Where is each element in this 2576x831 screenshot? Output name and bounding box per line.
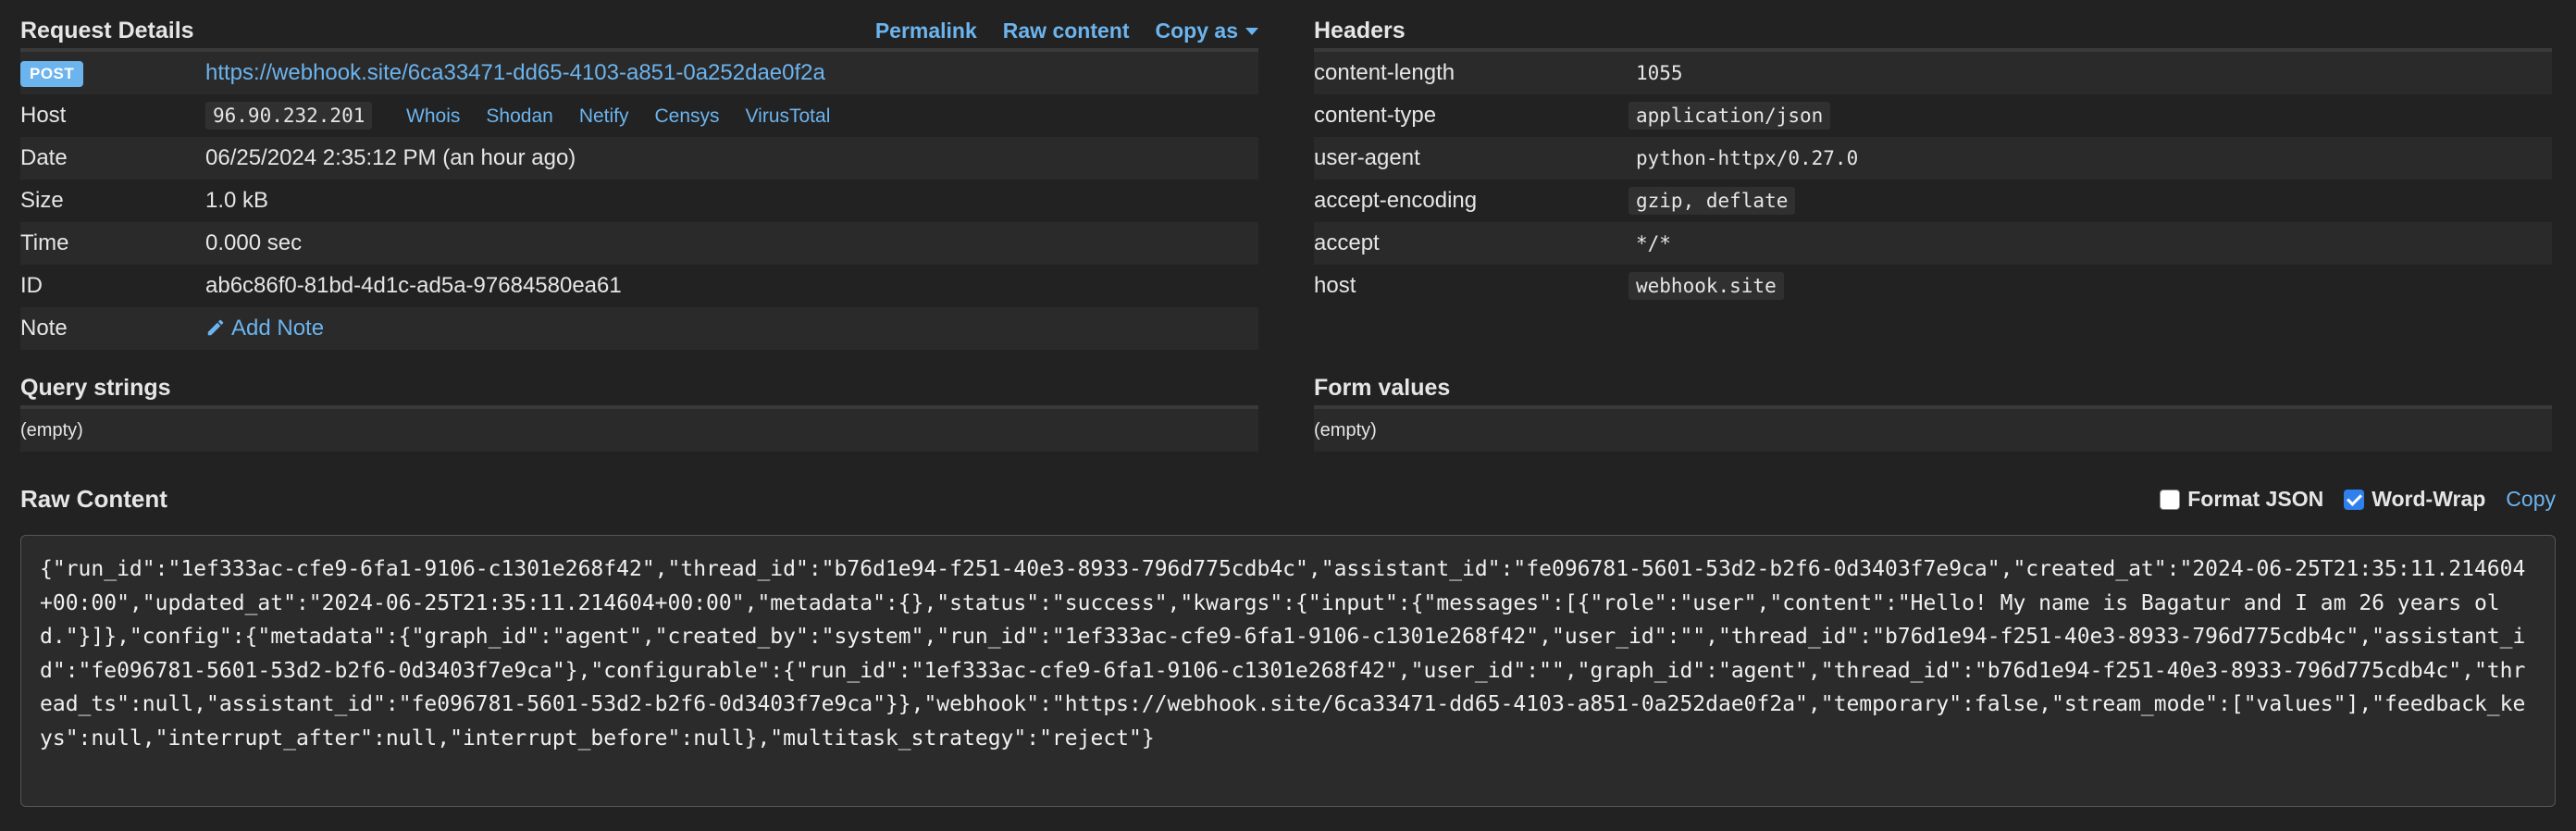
raw-content-section: Raw Content Format JSON Word-Wrap Copy {… [20,474,2556,807]
time-row: Time 0.000 sec [20,222,1258,265]
note-label: Note [20,307,205,350]
chevron-down-icon [1245,28,1258,36]
header-value: 1055 [1636,62,1683,84]
ip-lookup-links: Whois Shodan Netify Censys VirusTotal [406,105,830,128]
headers-header: Headers [1314,13,2552,52]
note-row: Note Add Note [20,307,1258,350]
time-value: 0.000 sec [205,222,1258,265]
time-label: Time [20,222,205,265]
query-strings-section: Query strings (empty) [20,370,1258,452]
host-label: Host [20,103,67,128]
header-key: content-length [1314,52,1629,94]
header-value: webhook.site [1629,272,1784,300]
request-details-title: Request Details [20,17,194,43]
header-row: content-type application/json [1314,94,2552,137]
header-row: user-agent python-httpx/0.27.0 [1314,137,2552,180]
censys-link[interactable]: Censys [655,105,720,128]
raw-content-title: Raw Content [20,484,167,513]
format-json-label: Format JSON [2187,486,2324,511]
header-key: accept [1314,222,1629,265]
netify-link[interactable]: Netify [579,105,629,128]
query-strings-title: Query strings [20,374,171,401]
shodan-link[interactable]: Shodan [486,105,552,128]
header-value: application/json [1629,102,1831,130]
header-key: host [1314,273,1356,298]
header-row: accept */* [1314,222,2552,265]
method-badge: POST [20,61,84,87]
header-value: python-httpx/0.27.0 [1636,147,1859,169]
add-note-label: Add Note [231,316,325,341]
id-value: ab6c86f0-81bd-4d1c-ad5a-97684580ea61 [205,273,622,298]
add-note-button[interactable]: Add Note [205,316,324,341]
host-row: Host 96.90.232.201 Whois Shodan Netify C… [20,94,1258,137]
header-row: host webhook.site [1314,265,2552,307]
host-ip: 96.90.232.201 [205,102,373,130]
id-row: ID ab6c86f0-81bd-4d1c-ad5a-97684580ea61 [20,265,1258,307]
form-values-section: Form values (empty) [1314,370,2552,452]
word-wrap-label: Word-Wrap [2372,486,2486,511]
raw-content-link[interactable]: Raw content [1003,19,1130,43]
request-url-link[interactable]: https://webhook.site/6ca33471-dd65-4103-… [205,60,825,85]
query-strings-value: (empty) [20,409,1258,452]
size-label: Size [20,188,64,213]
copy-button[interactable]: Copy [2506,487,2556,512]
header-row: accept-encoding gzip, deflate [1314,180,2552,222]
id-label: ID [20,273,43,298]
date-row: Date 06/25/2024 2:35:12 PM (an hour ago) [20,137,1258,180]
header-key: accept-encoding [1314,188,1478,213]
request-details-header: Request Details Permalink Raw content Co… [20,13,1258,52]
copy-as-label: Copy as [1155,18,1238,43]
date-value: 06/25/2024 2:35:12 PM (an hour ago) [205,137,1258,180]
method-row: POST https://webhook.site/6ca33471-dd65-… [20,52,1258,94]
header-value: */* [1636,232,1671,254]
form-values-value: (empty) [1314,409,2552,452]
request-details-table: POST https://webhook.site/6ca33471-dd65-… [20,52,1258,350]
checkbox-checked-icon [2344,489,2365,510]
headers-title: Headers [1314,17,1406,43]
pencil-icon [207,319,224,336]
header-key: user-agent [1314,137,1629,180]
virustotal-link[interactable]: VirusTotal [746,105,831,128]
raw-content-box[interactable]: {"run_id":"1ef333ac-cfe9-6fa1-9106-c1301… [20,535,2556,807]
size-value: 1.0 kB [205,188,269,213]
permalink-link[interactable]: Permalink [875,19,977,43]
header-key: content-type [1314,103,1437,128]
word-wrap-checkbox[interactable]: Word-Wrap [2344,487,2485,512]
request-details-panel: Request Details Permalink Raw content Co… [20,13,1258,452]
date-label: Date [20,137,205,180]
checkbox-unchecked-icon [2160,489,2181,510]
header-row: content-length 1055 [1314,52,2552,94]
raw-content-controls: Format JSON Word-Wrap Copy [2160,487,2556,512]
raw-content-body: {"run_id":"1ef333ac-cfe9-6fa1-9106-c1301… [40,557,2526,750]
size-row: Size 1.0 kB [20,180,1258,222]
header-value: gzip, deflate [1629,187,1796,215]
headers-table: content-length 1055 content-type applica… [1314,52,2552,307]
copy-as-dropdown[interactable]: Copy as [1156,19,1258,43]
format-json-checkbox[interactable]: Format JSON [2160,487,2323,512]
request-actions: Permalink Raw content Copy as [875,19,1258,43]
whois-link[interactable]: Whois [406,105,460,128]
form-values-title: Form values [1314,374,1451,401]
headers-panel: Headers content-length 1055 content-type… [1314,13,2552,452]
